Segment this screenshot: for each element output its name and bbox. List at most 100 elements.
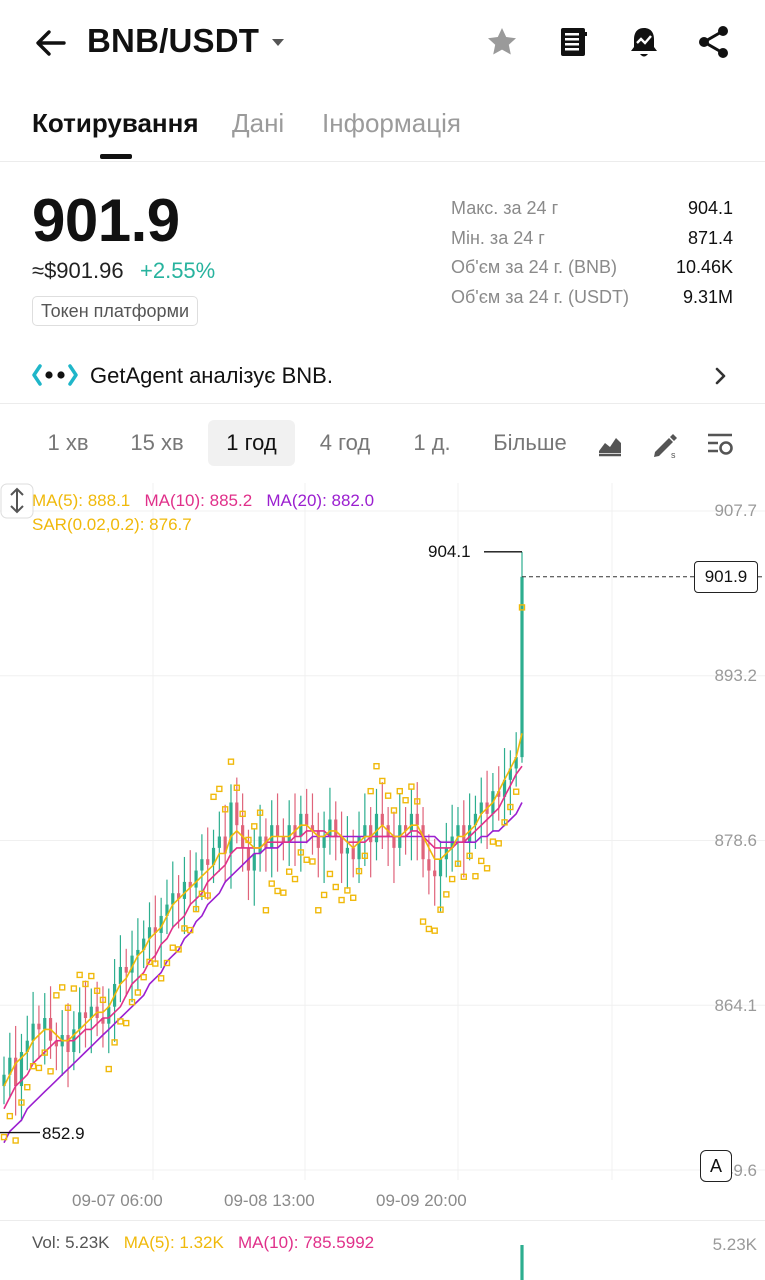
tab-quotes[interactable]: Котирування — [32, 108, 199, 139]
candle-body — [334, 819, 338, 837]
scroll-to-latest-icon[interactable] — [0, 483, 34, 519]
sar-dot — [70, 985, 78, 992]
x-tick-label: 09-09 20:00 — [376, 1191, 467, 1210]
candle-body — [380, 813, 384, 826]
sar-dot — [396, 787, 403, 795]
indicator-settings-icon[interactable] — [705, 429, 735, 459]
candle-body — [415, 813, 419, 826]
low-marker-label: 852.9 — [42, 1124, 85, 1143]
stat-value: 10.46K — [675, 257, 733, 277]
sar-dot — [309, 858, 316, 865]
candle-body — [31, 1023, 35, 1041]
sar-dot — [280, 889, 287, 896]
y-tick-label: 864.1 — [714, 996, 757, 1015]
y-tick-label: 878.6 — [714, 831, 757, 850]
candle-body — [363, 825, 367, 837]
stat-value: 904.1 — [687, 198, 733, 218]
candle-body — [322, 836, 326, 848]
auto-scale-button[interactable]: A — [700, 1150, 732, 1182]
candle-body — [392, 836, 396, 848]
stat-row-low: Мін. за 24 г 871.4 — [451, 228, 733, 258]
interval-1d[interactable]: 1 д. — [400, 420, 464, 466]
interval-1m[interactable]: 1 хв — [32, 420, 104, 466]
sar-dot — [373, 763, 380, 770]
tab-info[interactable]: Інформація — [322, 108, 461, 139]
sar-dot — [425, 925, 433, 933]
back-arrow-icon[interactable] — [30, 22, 72, 64]
volume-max-label: 5.23K — [712, 1235, 757, 1254]
caret-down-icon[interactable] — [268, 32, 288, 52]
tab-data[interactable]: Дані — [232, 108, 284, 139]
get-agent-row[interactable]: GetAgent аналізує BNB. — [0, 350, 765, 404]
candle-body — [305, 813, 309, 826]
y-tick-label: 893.2 — [714, 666, 757, 685]
sar-dot — [105, 1065, 112, 1073]
ma10-label: MA(10): 885.2 — [144, 491, 253, 510]
interval-15m[interactable]: 15 хв — [117, 420, 197, 466]
candle-body — [438, 859, 443, 877]
sar-dot — [326, 870, 334, 878]
interval-1h[interactable]: 1 год — [208, 420, 295, 466]
sar-dot — [47, 1068, 54, 1075]
top-bar: BNB/USDT — [0, 0, 765, 86]
interval-4h[interactable]: 4 год — [306, 420, 384, 466]
sar-dot — [320, 891, 328, 899]
sar-dot — [408, 783, 415, 790]
candle-body — [107, 1006, 111, 1024]
candle-body — [281, 836, 285, 843]
interval-bar: 1 хв 15 хв 1 год 4 год 1 д. Більше s — [0, 415, 765, 473]
current-price-tag[interactable]: 901.9 — [694, 561, 758, 593]
sar-dot — [35, 1064, 43, 1072]
sar-dot — [157, 975, 165, 982]
sar-dot — [472, 873, 479, 880]
chevron-right-icon — [715, 367, 726, 385]
candle-body — [206, 859, 210, 865]
chart-type-icon[interactable] — [595, 429, 625, 459]
candle-body — [229, 802, 233, 854]
candle-body — [287, 825, 291, 843]
pair-title[interactable]: BNB/USDT — [87, 22, 259, 60]
last-price: 901.9 — [32, 187, 180, 254]
sar-dot — [350, 894, 357, 901]
draw-tool-icon[interactable]: s — [650, 429, 680, 459]
sar-dot — [216, 785, 223, 793]
y-tick-label: 907.7 — [714, 501, 757, 520]
candle-body — [339, 836, 344, 854]
volume-legend: Vol: 5.23K MA(5): 1.32K MA(10): 785.5992 — [32, 1233, 374, 1253]
candle-body — [118, 966, 123, 984]
candlestick-chart[interactable]: MA(5): 888.1 MA(10): 885.2 MA(20): 882.0… — [0, 483, 765, 1280]
ma20-label: MA(20): 882.0 — [266, 491, 375, 510]
share-icon[interactable] — [694, 22, 734, 62]
candle-body — [78, 1012, 82, 1030]
sar-dot — [210, 793, 217, 801]
sar-dot — [315, 907, 322, 914]
star-icon[interactable] — [482, 22, 522, 62]
sar-dot — [448, 875, 456, 883]
candle-body — [345, 847, 349, 854]
high-marker-label: 904.1 — [428, 542, 471, 561]
interval-more[interactable]: Більше — [482, 420, 578, 466]
candle-body — [520, 576, 524, 758]
stat-row-vol-usdt: Об'єм за 24 г. (USDT) 9.31M — [451, 287, 733, 317]
stat-label: Мін. за 24 г — [451, 227, 545, 248]
stats-panel: Макс. за 24 г 904.1 Мін. за 24 г 871.4 О… — [451, 198, 733, 316]
candle-body — [409, 813, 414, 831]
sar-dot — [338, 896, 345, 904]
usd-price: ≈$901.96 — [32, 258, 124, 283]
sar-dot — [76, 971, 83, 979]
candle-body — [369, 825, 373, 843]
candle-body — [258, 836, 262, 854]
alert-bell-icon[interactable] — [624, 22, 664, 62]
notebook-icon[interactable] — [553, 22, 593, 62]
candle-body — [433, 870, 437, 877]
sar-dot — [53, 992, 60, 999]
ma-legend: MA(5): 888.1 MA(10): 885.2 MA(20): 882.0 — [32, 491, 374, 511]
candle-body — [462, 825, 466, 843]
active-tab-indicator — [100, 154, 132, 159]
ma10-line — [3, 765, 523, 1110]
sar-dot — [483, 865, 491, 872]
vol-ma10-label: MA(10): 785.5992 — [238, 1233, 375, 1252]
candle-body — [328, 819, 332, 837]
platform-token-badge[interactable]: Токен платформи — [32, 296, 198, 326]
candle-body — [456, 825, 460, 837]
